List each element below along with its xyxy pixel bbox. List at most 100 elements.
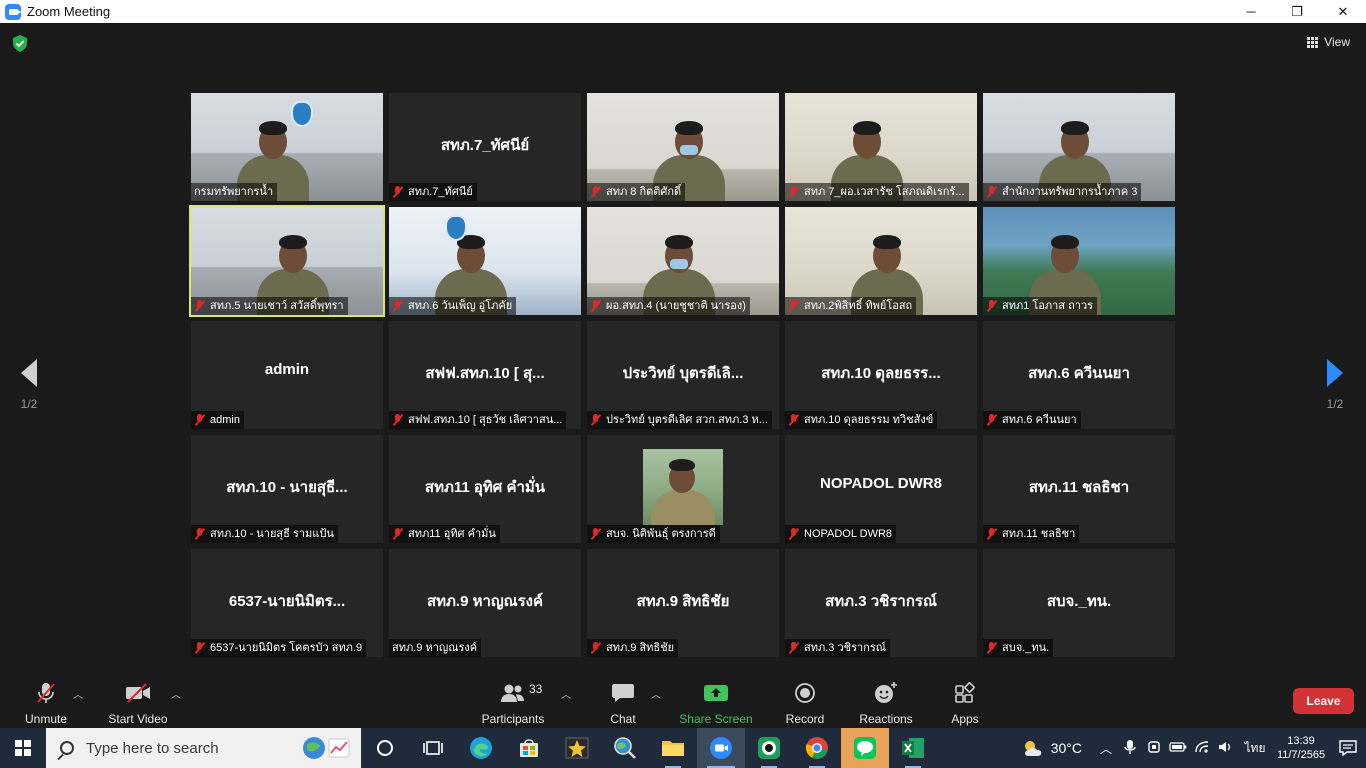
participant-display-name: สทภ.6 ควีนนยา	[1028, 365, 1130, 382]
cortana-button[interactable]	[361, 728, 409, 768]
participant-tile[interactable]: สบจ. นิติพันธุ์ ตรงการดี	[587, 435, 779, 543]
taskbar-globe-search[interactable]	[601, 728, 649, 768]
hidden-icons-chevron-icon[interactable]: ︿	[1094, 740, 1118, 757]
participant-tile[interactable]: NOPADOL DWR8 NOPADOL DWR8	[785, 435, 977, 543]
participant-name-text: สทภ.9 หาญณรงค์	[392, 642, 478, 654]
taskbar-clock[interactable]: 13:39 11/7/2565	[1272, 734, 1330, 762]
participant-tile[interactable]: admin admin	[191, 321, 383, 429]
video-options-caret-icon[interactable]: ︿	[171, 686, 181, 701]
reactions-button[interactable]: Reactions	[857, 680, 915, 726]
participant-name-text: สทภ.3 วชิรากรณ์	[804, 642, 886, 654]
weather-temperature[interactable]: 30°C	[1051, 740, 1082, 756]
chat-button[interactable]: Chat	[604, 680, 642, 726]
participant-name-label: สทภ.9 สิทธิชัย	[587, 639, 679, 657]
participant-tile[interactable]: สทภ.10 ดุลยธรร... สทภ.10 ดุลยธรรม ทวิชสัง…	[785, 321, 977, 429]
view-button[interactable]: View	[1307, 35, 1350, 49]
participant-tile[interactable]: ผอ.สทภ.4 (นายชูชาติ นารอง)	[587, 207, 779, 315]
participant-name-label: 6537-นายนิมิตร โคตรบัว สทภ.9	[191, 639, 367, 657]
clock-date: 11/7/2565	[1276, 749, 1326, 761]
participant-tile[interactable]: สทภ.9 สิทธิชัย สทภ.9 สิทธิชัย	[587, 549, 779, 657]
participants-button[interactable]: 33 Participants	[480, 680, 546, 726]
participant-display-name: สทภ.10 ดุลยธรร...	[821, 365, 941, 382]
participant-tile[interactable]: สทภ 7_ผอ.เวสารัช โสภณดิเรกรั...	[785, 93, 977, 201]
participant-name-text: สบจ._ทน.	[1002, 642, 1050, 654]
microphone-tray-icon[interactable]	[1118, 739, 1142, 758]
participant-tile[interactable]: สทภ.6 วันเพ็ญ อู่โภคัย	[389, 207, 581, 315]
participant-name-text: NOPADOL DWR8	[804, 528, 893, 540]
participant-tile[interactable]: สทภ11 อุทิศ คำมั่น สทภ11 อุทิศ คำมั่น	[389, 435, 581, 543]
participant-tile[interactable]: สทภ.2พิสิทธิ์ ทิพย์โอสถ	[785, 207, 977, 315]
participant-name-text: สทภ.6 ควีนนยา	[1002, 414, 1077, 426]
taskbar-search-box[interactable]: Type here to search	[46, 728, 361, 768]
taskbar-line[interactable]	[841, 728, 889, 768]
volume-icon[interactable]	[1214, 740, 1238, 757]
windows-logo-icon	[15, 740, 31, 756]
taskbar-file-explorer[interactable]	[649, 728, 697, 768]
device-tray-icon[interactable]	[1142, 740, 1166, 757]
battery-icon[interactable]	[1166, 741, 1190, 756]
wifi-icon[interactable]	[1190, 740, 1214, 757]
participant-tile[interactable]: สบจ._ทน. สบจ._ทน.	[983, 549, 1175, 657]
start-button[interactable]	[0, 728, 46, 768]
windows-taskbar: Type here to search 30°C ︿ ไทย 13:39 11/…	[0, 728, 1366, 768]
taskbar-excel[interactable]	[889, 728, 937, 768]
participants-options-caret-icon[interactable]: ︿	[561, 686, 571, 701]
participant-tile[interactable]: ประวิทย์ บุตรดีเลิ... ประวิทย์ บุตรดีเลิศ…	[587, 321, 779, 429]
participant-tile[interactable]: สฟฟ.สทภ.10 [ สุ... สฟฟ.สทภ.10 [ สุธวัช เล…	[389, 321, 581, 429]
share-screen-button[interactable]: Share Screen	[678, 680, 754, 726]
participant-tile[interactable]: สทภ.5 นายเชาว์ สวัสดิ์พุทรา	[189, 205, 385, 317]
participant-tile[interactable]: สทภ.7_ทัศนีย์ สทภ.7_ทัศนีย์	[389, 93, 581, 201]
task-view-button[interactable]	[409, 728, 457, 768]
previous-page-button[interactable]: 1/2	[14, 359, 44, 411]
taskbar-chrome[interactable]	[793, 728, 841, 768]
participant-display-name: admin	[264, 361, 310, 378]
participant-name-text: 6537-นายนิมิตร โคตรบัว สทภ.9	[210, 642, 363, 654]
notification-center-button[interactable]	[1330, 740, 1366, 756]
muted-microphone-icon	[392, 413, 404, 427]
leave-button[interactable]: Leave	[1293, 688, 1354, 714]
participant-tile[interactable]: สทภ.3 วชิรากรณ์ สทภ.3 วชิรากรณ์	[785, 549, 977, 657]
participant-tile[interactable]: สทภ.10 - นายสุธี... สทภ.10 - นายสุธี รามแ…	[191, 435, 383, 543]
taskbar-record-app[interactable]	[745, 728, 793, 768]
audio-options-caret-icon[interactable]: ︿	[73, 686, 83, 701]
participant-display-name: ประวิทย์ บุตรดีเลิ...	[622, 365, 744, 382]
participant-name-text: สำนักงานทรัพยากรน้ำภาค 3	[1002, 186, 1138, 198]
page-indicator-right: 1/2	[1326, 397, 1344, 411]
security-shield-icon[interactable]	[12, 35, 28, 52]
taskbar-store[interactable]	[505, 728, 553, 768]
muted-microphone-icon	[590, 527, 602, 541]
participants-icon	[501, 684, 524, 702]
participant-tile[interactable]: สทภ.6 ควีนนยา สทภ.6 ควีนนยา	[983, 321, 1175, 429]
muted-microphone-icon	[788, 641, 800, 655]
input-language[interactable]: ไทย	[1238, 739, 1272, 758]
muted-microphone-icon	[194, 299, 206, 313]
participant-tile[interactable]: สทภ.9 หาญณรงค์ สทภ.9 หาญณรงค์	[389, 549, 581, 657]
taskbar-zoom[interactable]	[697, 728, 745, 768]
muted-microphone-icon	[986, 527, 998, 541]
minimize-button[interactable]: ─	[1228, 0, 1274, 23]
participant-tile[interactable]: 6537-นายนิมิตร... 6537-นายนิมิตร โคตรบัว …	[191, 549, 383, 657]
weather-partly-cloudy-icon[interactable]	[1021, 738, 1045, 758]
chat-options-caret-icon[interactable]: ︿	[651, 686, 661, 701]
share-screen-icon	[704, 685, 728, 701]
next-page-button[interactable]: 1/2	[1320, 359, 1350, 411]
participant-tile[interactable]: สำนักงานทรัพยากรน้ำภาค 3	[983, 93, 1175, 201]
restore-button[interactable]: ❐	[1274, 0, 1320, 23]
participant-tile[interactable]: สทภ1 โอภาส ถาวร	[983, 207, 1175, 315]
muted-microphone-icon	[590, 299, 602, 313]
view-label: View	[1324, 35, 1350, 49]
participant-tile[interactable]: สทภ.11 ชลธิชา สทภ.11 ชลธิชา	[983, 435, 1175, 543]
participant-tile[interactable]: สทภ 8 กิตติศักดิ์	[587, 93, 779, 201]
record-button[interactable]: Record	[783, 680, 827, 726]
start-video-button[interactable]: Start Video	[106, 680, 170, 726]
unmute-button[interactable]: Unmute	[20, 680, 72, 726]
taskbar-star-app[interactable]	[553, 728, 601, 768]
participant-name-label: สทภ.5 นายเชาว์ สวัสดิ์พุทรา	[191, 297, 348, 315]
participant-tile[interactable]: กรมทรัพยากรน้ำ	[191, 93, 383, 201]
apps-icon	[955, 682, 975, 703]
excel-icon	[902, 738, 924, 758]
apps-button[interactable]: Apps	[946, 680, 984, 726]
close-button[interactable]: ✕	[1320, 0, 1366, 23]
muted-microphone-icon	[986, 299, 998, 313]
taskbar-edge[interactable]	[457, 728, 505, 768]
